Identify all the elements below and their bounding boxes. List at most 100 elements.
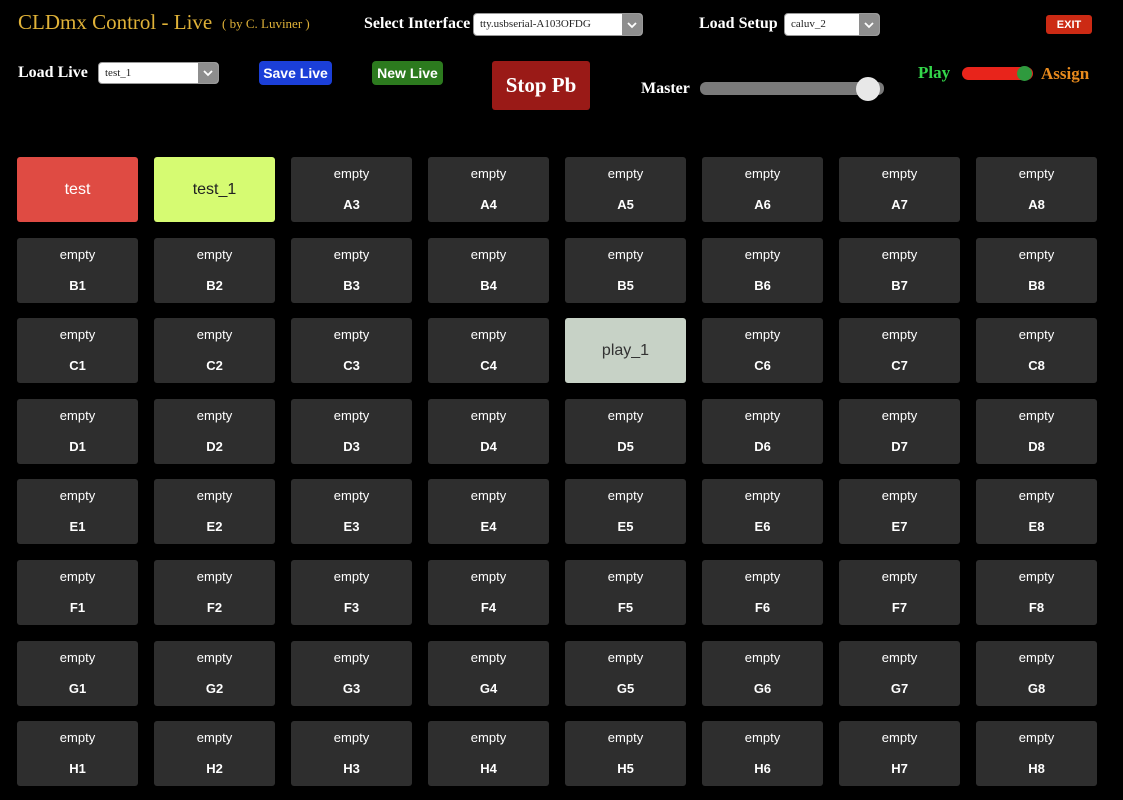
cue-slot[interactable]: empty H2 <box>154 721 275 787</box>
cue-slot[interactable]: empty B6 <box>702 237 823 303</box>
cue-slot[interactable]: empty H1 <box>17 721 138 787</box>
cue-slot[interactable]: empty C3 <box>291 318 412 384</box>
setup-select[interactable]: caluv_2 <box>784 13 880 36</box>
cue-slot[interactable]: empty A6 <box>702 157 823 222</box>
cue-slot[interactable]: empty F7 <box>839 559 960 625</box>
cue-slot-status: empty <box>744 407 781 423</box>
cue-slot-id: E2 <box>206 519 223 535</box>
stop-playback-button[interactable]: Stop Pb <box>492 61 590 110</box>
cue-slot-id: B4 <box>480 277 497 293</box>
cue-slot[interactable]: empty C7 <box>839 318 960 384</box>
cue-slot[interactable]: empty G8 <box>976 640 1097 706</box>
toggle-knob[interactable] <box>1017 66 1032 81</box>
cue-slot-id: D4 <box>480 438 497 454</box>
cue-slot-status: empty <box>881 327 918 343</box>
cue-slot[interactable]: empty C2 <box>154 318 275 384</box>
cue-slot-id: G3 <box>342 680 361 696</box>
cue-slot[interactable]: empty E4 <box>428 479 549 545</box>
cue-slot[interactable]: empty E6 <box>702 479 823 545</box>
cue-button[interactable]: test_1 <box>154 157 275 222</box>
cue-slot[interactable]: empty G2 <box>154 640 275 706</box>
cue-slot[interactable]: empty A4 <box>428 157 549 222</box>
cue-slot[interactable]: empty D1 <box>17 398 138 464</box>
cue-slot[interactable]: empty B1 <box>17 237 138 303</box>
cue-slot[interactable]: empty G4 <box>428 640 549 706</box>
cue-slot[interactable]: empty G1 <box>17 640 138 706</box>
cue-slot[interactable]: empty F4 <box>428 559 549 625</box>
cue-slot-id: E5 <box>617 519 634 535</box>
cue-slot[interactable]: empty H5 <box>565 721 686 787</box>
cue-slot[interactable]: empty D7 <box>839 398 960 464</box>
cue-slot-status: empty <box>196 488 233 504</box>
cue-button[interactable]: test <box>17 157 138 222</box>
cue-slot[interactable]: empty D4 <box>428 398 549 464</box>
interface-select[interactable]: tty.usbserial-A103OFDG <box>473 13 643 36</box>
cue-slot[interactable]: empty D2 <box>154 398 275 464</box>
cue-slot-id: A8 <box>1028 197 1045 212</box>
cue-slot[interactable]: empty E2 <box>154 479 275 545</box>
cue-slot[interactable]: empty F3 <box>291 559 412 625</box>
cue-slot-status: empty <box>881 488 918 504</box>
cue-slot-status: empty <box>1018 327 1055 343</box>
new-live-button[interactable]: New Live <box>372 61 443 85</box>
cue-slot-id: G1 <box>68 680 87 696</box>
cue-slot[interactable]: empty D3 <box>291 398 412 464</box>
cue-slot-status: empty <box>333 568 370 584</box>
cue-slot[interactable]: empty E8 <box>976 479 1097 545</box>
cue-slot[interactable]: empty D6 <box>702 398 823 464</box>
cue-slot[interactable]: empty F1 <box>17 559 138 625</box>
cue-slot[interactable]: empty C8 <box>976 318 1097 384</box>
cue-slot[interactable]: empty D5 <box>565 398 686 464</box>
cue-slot[interactable]: empty E1 <box>17 479 138 545</box>
cue-slot[interactable]: empty C6 <box>702 318 823 384</box>
cue-slot-status: empty <box>744 488 781 504</box>
cue-slot-id: H7 <box>891 761 908 777</box>
cue-slot[interactable]: empty A3 <box>291 157 412 222</box>
cue-slot[interactable]: empty B3 <box>291 237 412 303</box>
cue-slot[interactable]: empty B7 <box>839 237 960 303</box>
cue-slot[interactable]: empty B5 <box>565 237 686 303</box>
cue-slot-status: empty <box>744 327 781 343</box>
cue-slot[interactable]: empty A8 <box>976 157 1097 222</box>
cue-slot[interactable]: empty H8 <box>976 721 1097 787</box>
cue-slot[interactable]: empty H4 <box>428 721 549 787</box>
cue-slot[interactable]: empty F2 <box>154 559 275 625</box>
cue-slot-id: D3 <box>343 438 360 454</box>
cue-slot[interactable]: empty D8 <box>976 398 1097 464</box>
cue-slot[interactable]: empty E7 <box>839 479 960 545</box>
cue-slot[interactable]: empty G3 <box>291 640 412 706</box>
live-select[interactable]: test_1 <box>98 62 219 84</box>
cue-slot[interactable]: empty F6 <box>702 559 823 625</box>
cue-slot[interactable]: empty G6 <box>702 640 823 706</box>
cue-slot-id: F4 <box>480 599 497 615</box>
master-slider-thumb[interactable] <box>856 77 880 101</box>
cue-slot-status: empty <box>196 327 233 343</box>
cue-slot-id: A7 <box>891 197 908 212</box>
cue-slot[interactable]: empty E3 <box>291 479 412 545</box>
cue-slot[interactable]: empty E5 <box>565 479 686 545</box>
exit-button[interactable]: EXIT <box>1046 15 1092 34</box>
cue-slot[interactable]: empty C4 <box>428 318 549 384</box>
cue-slot[interactable]: empty H7 <box>839 721 960 787</box>
cue-slot[interactable]: empty B4 <box>428 237 549 303</box>
cue-slot[interactable]: empty A5 <box>565 157 686 222</box>
cue-slot[interactable]: empty B2 <box>154 237 275 303</box>
cue-slot-status: empty <box>333 488 370 504</box>
cue-button[interactable]: play_1 <box>565 318 686 384</box>
cue-slot[interactable]: empty G5 <box>565 640 686 706</box>
cue-slot-id: G6 <box>753 680 772 696</box>
cue-slot[interactable]: empty G7 <box>839 640 960 706</box>
cue-slot[interactable]: empty B8 <box>976 237 1097 303</box>
cue-slot[interactable]: empty C1 <box>17 318 138 384</box>
cue-slot[interactable]: empty H3 <box>291 721 412 787</box>
cue-slot[interactable]: empty H6 <box>702 721 823 787</box>
cue-slot[interactable]: empty A7 <box>839 157 960 222</box>
save-live-button[interactable]: Save Live <box>259 61 332 85</box>
cue-slot-status: empty <box>744 649 781 665</box>
cue-slot-id: F8 <box>1028 599 1045 615</box>
cue-slot-status: empty <box>333 327 370 343</box>
cue-slot-status: empty <box>333 730 370 746</box>
cue-slot[interactable]: empty F5 <box>565 559 686 625</box>
cue-slot[interactable]: empty F8 <box>976 559 1097 625</box>
cue-slot-id: B1 <box>69 277 86 293</box>
